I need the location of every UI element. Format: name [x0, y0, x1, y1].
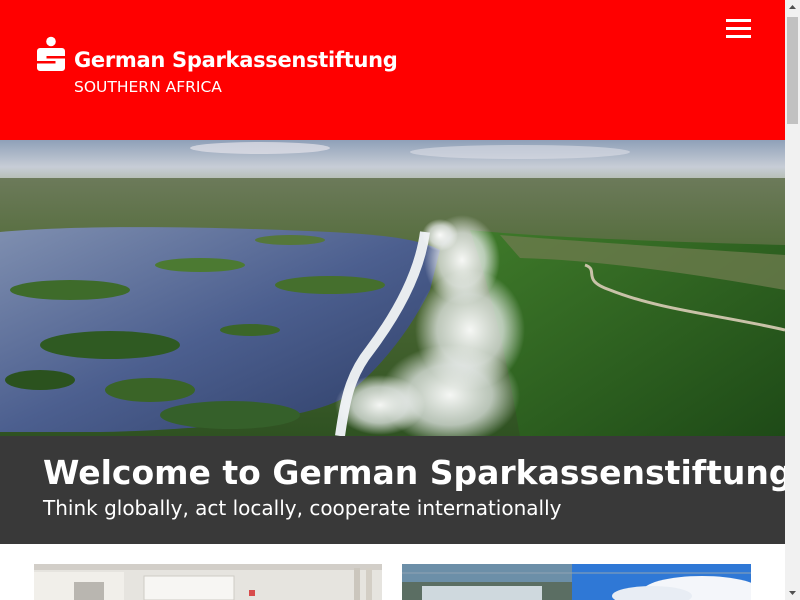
brand-subtitle: SOUTHERN AFRICA: [74, 78, 222, 96]
welcome-subtitle: Think globally, act locally, cooperate i…: [43, 496, 562, 520]
site-header: German Sparkassenstiftung SOUTHERN AFRIC…: [0, 0, 785, 140]
card-waterfall-image[interactable]: [402, 564, 751, 600]
page: German Sparkassenstiftung SOUTHERN AFRIC…: [0, 0, 785, 600]
waterfall-sky-photo: [402, 564, 751, 600]
hamburger-menu-icon[interactable]: [726, 19, 752, 41]
conference-room-photo: [34, 564, 382, 600]
vertical-scrollbar[interactable]: [785, 0, 800, 600]
menu-bar: [726, 27, 751, 30]
sparkasse-s-logo-icon: [37, 36, 65, 71]
welcome-title: Welcome to German Sparkassenstiftung: [43, 453, 785, 492]
welcome-banner: Welcome to German Sparkassenstiftung Thi…: [0, 436, 785, 544]
menu-bar: [726, 19, 751, 22]
scroll-down-arrow-icon[interactable]: [785, 585, 800, 600]
scrollbar-thumb[interactable]: [787, 17, 798, 124]
menu-bar: [726, 35, 751, 38]
card-conference-image[interactable]: [34, 564, 382, 600]
scroll-up-arrow-icon[interactable]: [785, 0, 800, 15]
brand-name: German Sparkassenstiftung: [74, 48, 398, 72]
hero-waterfall-illustration: [0, 140, 785, 436]
hero-image: [0, 140, 785, 436]
